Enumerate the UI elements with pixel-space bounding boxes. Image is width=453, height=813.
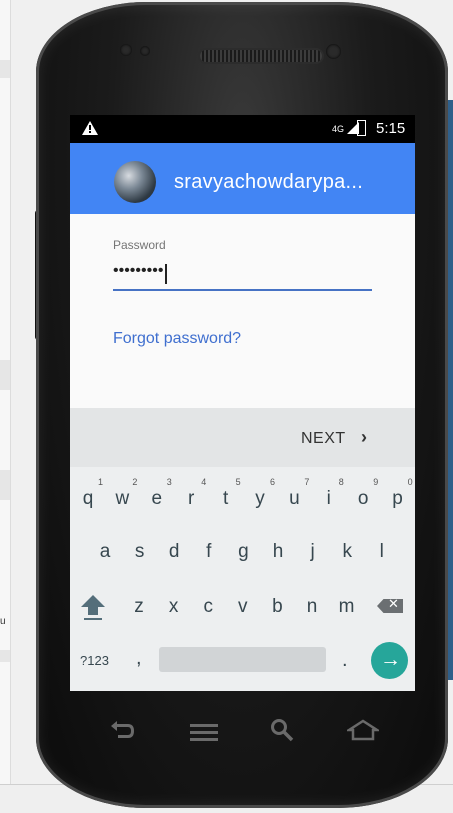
key-hint: 0 — [407, 477, 413, 487]
next-button[interactable]: NEXT — [301, 430, 346, 448]
key-h[interactable]: h — [265, 541, 291, 563]
front-sensor — [120, 44, 132, 56]
device-screen: 4G 5:15 sravyachowdarypa... Password •••… — [70, 115, 415, 691]
key-t[interactable]: t — [213, 488, 239, 510]
key-hint: 8 — [338, 477, 344, 487]
front-camera — [326, 44, 341, 59]
account-name: sravyachowdarypa... — [174, 171, 364, 193]
key-i[interactable]: i — [316, 488, 342, 510]
network-type: 4G — [332, 124, 345, 134]
space-bar[interactable] — [159, 647, 326, 672]
front-sensor — [140, 46, 150, 56]
key-hint: 7 — [304, 477, 310, 487]
key-k[interactable]: k — [334, 541, 360, 563]
search-icon[interactable] — [270, 718, 294, 748]
back-icon[interactable] — [108, 718, 136, 748]
soft-keyboard: q1w2e3r4t5y6u7i8o9p0 asdfghjkl zxcvbnm ✕… — [70, 467, 415, 691]
key-z[interactable]: z — [126, 596, 152, 618]
signal-icon: 4G — [332, 122, 359, 134]
key-hint: 9 — [373, 477, 379, 487]
key-f[interactable]: f — [196, 541, 222, 563]
ide-fragment: u — [0, 616, 6, 627]
chevron-right-icon[interactable]: › — [361, 427, 367, 448]
key-n[interactable]: n — [299, 596, 325, 618]
key-hint: 6 — [270, 477, 276, 487]
warning-icon — [82, 121, 98, 139]
key-g[interactable]: g — [230, 541, 256, 563]
earpiece-speaker — [198, 48, 324, 64]
key-b[interactable]: b — [264, 596, 290, 618]
key-hint: 4 — [201, 477, 207, 487]
key-s[interactable]: s — [127, 541, 153, 563]
key-d[interactable]: d — [161, 541, 187, 563]
clock: 5:15 — [376, 120, 406, 137]
symbols-key[interactable]: ?123 — [80, 653, 109, 668]
key-o[interactable]: o — [350, 488, 376, 510]
key-l[interactable]: l — [369, 541, 395, 563]
key-v[interactable]: v — [230, 596, 256, 618]
key-u[interactable]: u — [281, 488, 307, 510]
status-bar: 4G 5:15 — [70, 115, 415, 143]
forgot-password-link[interactable]: Forgot password? — [113, 330, 241, 348]
battery-icon — [357, 120, 366, 136]
password-label: Password — [113, 238, 166, 252]
period-key[interactable]: . — [342, 649, 348, 672]
key-m[interactable]: m — [334, 596, 360, 618]
key-w[interactable]: w — [109, 488, 135, 510]
shift-icon[interactable] — [80, 593, 106, 626]
go-button[interactable]: → — [371, 642, 408, 679]
keyboard-suggestion-bar: NEXT › — [70, 408, 415, 467]
key-hint: 5 — [235, 477, 241, 487]
ide-left-panel — [0, 0, 11, 813]
key-j[interactable]: j — [300, 541, 326, 563]
text-cursor — [165, 264, 167, 284]
password-field-underline — [113, 289, 372, 291]
key-c[interactable]: c — [195, 596, 221, 618]
home-icon[interactable] — [344, 718, 382, 748]
backspace-icon[interactable]: ✕ — [377, 599, 403, 613]
avatar — [114, 161, 156, 203]
key-e[interactable]: e — [144, 488, 170, 510]
key-x[interactable]: x — [161, 596, 187, 618]
comma-key[interactable]: , — [136, 647, 142, 670]
key-hint: 2 — [132, 477, 138, 487]
password-field[interactable]: ••••••••• — [113, 262, 163, 280]
menu-icon[interactable] — [190, 722, 218, 748]
key-q[interactable]: q — [75, 488, 101, 510]
arrow-right-icon: → — [380, 648, 401, 671]
key-r[interactable]: r — [178, 488, 204, 510]
key-hint: 3 — [166, 477, 172, 487]
key-a[interactable]: a — [92, 541, 118, 563]
key-y[interactable]: y — [247, 488, 273, 510]
key-p[interactable]: p — [385, 488, 411, 510]
key-hint: 1 — [98, 477, 104, 487]
account-header: sravyachowdarypa... — [70, 143, 415, 214]
